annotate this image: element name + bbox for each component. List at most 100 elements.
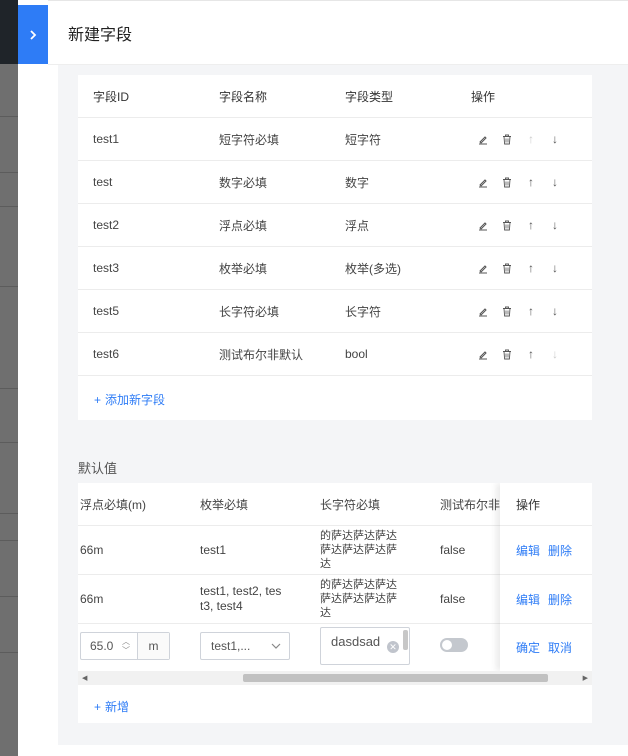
- cancel-link[interactable]: 取消: [548, 639, 572, 656]
- defaults-card: 浮点必填(m) 枚举必填 长字符必填 测试布尔非 66m test1 的萨达萨达…: [78, 483, 592, 723]
- scroll-right-icon[interactable]: ▶: [583, 674, 588, 682]
- stepper[interactable]: ︿ ﹀: [115, 633, 137, 659]
- enum-select[interactable]: test1,...: [200, 632, 290, 660]
- arrow-up-icon[interactable]: ↑: [519, 131, 543, 147]
- table-row: test1 短字符必填 短字符 ↑ ↓: [78, 118, 592, 161]
- background-overlay: [0, 0, 18, 756]
- header-field-id: 字段ID: [93, 89, 130, 104]
- field-actions: ↑ ↓: [456, 346, 592, 362]
- long-value: 的萨达萨达萨达 萨达萨达萨达萨 达: [320, 579, 397, 619]
- plus-icon: +: [94, 392, 102, 407]
- arrow-up-icon[interactable]: ↑: [519, 346, 543, 362]
- collapse-drawer-button[interactable]: [18, 5, 48, 64]
- field-actions: ↑ ↓: [456, 174, 592, 190]
- add-default-label: 新增: [105, 700, 130, 714]
- drawer-title: 新建字段: [68, 26, 133, 44]
- header-float: 浮点必填(m): [80, 497, 146, 512]
- field-id: test6: [93, 347, 120, 361]
- enum-select-value: test1,...: [211, 639, 251, 653]
- bool-value: false: [440, 543, 466, 557]
- arrow-down-icon[interactable]: ↓: [543, 346, 567, 362]
- delete-link[interactable]: 删除: [548, 591, 572, 608]
- field-name: 枚举必填: [219, 261, 268, 276]
- long-text-value: dasdsad: [331, 634, 381, 649]
- field-name: 长字符必填: [219, 304, 280, 319]
- field-id: test2: [93, 218, 120, 232]
- header-field-type: 字段类型: [345, 89, 394, 104]
- table-row: test 数字必填 数字 ↑ ↓: [78, 161, 592, 204]
- field-id: test3: [93, 261, 120, 275]
- drawer-header: 新建字段: [48, 1, 628, 65]
- long-text-input[interactable]: dasdsad ✕: [320, 627, 410, 665]
- defaults-section-label: 默认值: [78, 461, 118, 476]
- table-row: test3 枚举必填 枚举(多选) ↑ ↓: [78, 247, 592, 290]
- arrow-down-icon[interactable]: ↓: [543, 131, 567, 147]
- delete-icon[interactable]: [495, 346, 519, 362]
- delete-icon[interactable]: [495, 260, 519, 276]
- edit-icon[interactable]: [471, 217, 495, 233]
- fields-table-header: 字段ID 字段名称 字段类型 操作: [78, 75, 592, 118]
- field-id: test1: [93, 132, 120, 146]
- arrow-down-icon[interactable]: ↓: [543, 303, 567, 319]
- enum-value: test1: [200, 543, 227, 557]
- row-actions: 编辑 删除: [500, 526, 592, 575]
- field-id: test: [93, 175, 113, 189]
- confirm-link[interactable]: 确定: [516, 639, 540, 656]
- bool-toggle[interactable]: [440, 638, 468, 652]
- horizontal-scrollbar[interactable]: ◀ ▶: [78, 671, 592, 685]
- new-field-drawer: 新建字段 字段ID 字段名称 字段类型 操作 test1 短字符必填 短字符 ↑ ↓ te…: [48, 0, 628, 756]
- edit-icon[interactable]: [471, 174, 495, 190]
- delete-icon[interactable]: [495, 303, 519, 319]
- unit-label: m: [137, 633, 169, 659]
- float-input-value[interactable]: 65.0: [81, 633, 115, 659]
- field-actions: ↑ ↓: [456, 303, 592, 319]
- long-value: 的萨达萨达萨达 萨达萨达萨达萨 达: [320, 530, 397, 570]
- row-actions: 编辑 删除: [500, 575, 592, 624]
- add-field-button[interactable]: + 添加新字段: [94, 391, 165, 408]
- field-type: bool: [345, 347, 368, 361]
- plus-icon: +: [94, 699, 102, 714]
- float-value: 66m: [80, 543, 104, 557]
- textarea-scrollbar[interactable]: [403, 630, 408, 650]
- edit-icon[interactable]: [471, 303, 495, 319]
- table-row: test6 测试布尔非默认 bool ↑ ↓: [78, 333, 592, 376]
- field-type: 长字符: [345, 304, 382, 319]
- bool-value: false: [440, 592, 466, 606]
- arrow-up-icon[interactable]: ↑: [519, 174, 543, 190]
- delete-icon[interactable]: [495, 174, 519, 190]
- edit-icon[interactable]: [471, 346, 495, 362]
- field-name: 短字符必填: [219, 132, 280, 147]
- fields-card: 字段ID 字段名称 字段类型 操作 test1 短字符必填 短字符 ↑ ↓ test 数字必…: [78, 75, 592, 420]
- arrow-down-icon[interactable]: ↓: [543, 217, 567, 233]
- header-field-name: 字段名称: [219, 89, 268, 104]
- delete-link[interactable]: 删除: [548, 542, 572, 559]
- scrollbar-thumb[interactable]: [243, 674, 548, 682]
- delete-icon[interactable]: [495, 131, 519, 147]
- field-type: 浮点: [345, 218, 370, 233]
- clear-icon[interactable]: ✕: [387, 641, 399, 653]
- toggle-knob: [442, 640, 452, 650]
- field-id: test5: [93, 304, 120, 318]
- arrow-down-icon[interactable]: ↓: [543, 174, 567, 190]
- edit-link[interactable]: 编辑: [516, 542, 540, 559]
- stepper-down-icon[interactable]: ﹀: [122, 646, 130, 655]
- edit-icon[interactable]: [471, 131, 495, 147]
- scroll-left-icon[interactable]: ◀: [82, 674, 87, 682]
- arrow-up-icon[interactable]: ↑: [519, 217, 543, 233]
- arrow-down-icon[interactable]: ↓: [543, 260, 567, 276]
- add-field-label: 添加新字段: [105, 393, 166, 407]
- edit-icon[interactable]: [471, 260, 495, 276]
- header-enum: 枚举必填: [200, 497, 249, 512]
- float-input[interactable]: 65.0 ︿ ﹀ m: [80, 632, 170, 660]
- stepper-up-icon[interactable]: ︿: [122, 637, 130, 646]
- float-value: 66m: [80, 592, 104, 606]
- edit-link[interactable]: 编辑: [516, 591, 540, 608]
- arrow-up-icon[interactable]: ↑: [519, 260, 543, 276]
- add-default-button[interactable]: + 新增: [94, 698, 129, 715]
- delete-icon[interactable]: [495, 217, 519, 233]
- arrow-up-icon[interactable]: ↑: [519, 303, 543, 319]
- table-row: test5 长字符必填 长字符 ↑ ↓: [78, 290, 592, 333]
- field-name: 浮点必填: [219, 218, 268, 233]
- header-ops: 操作: [500, 483, 592, 526]
- field-name: 数字必填: [219, 175, 268, 190]
